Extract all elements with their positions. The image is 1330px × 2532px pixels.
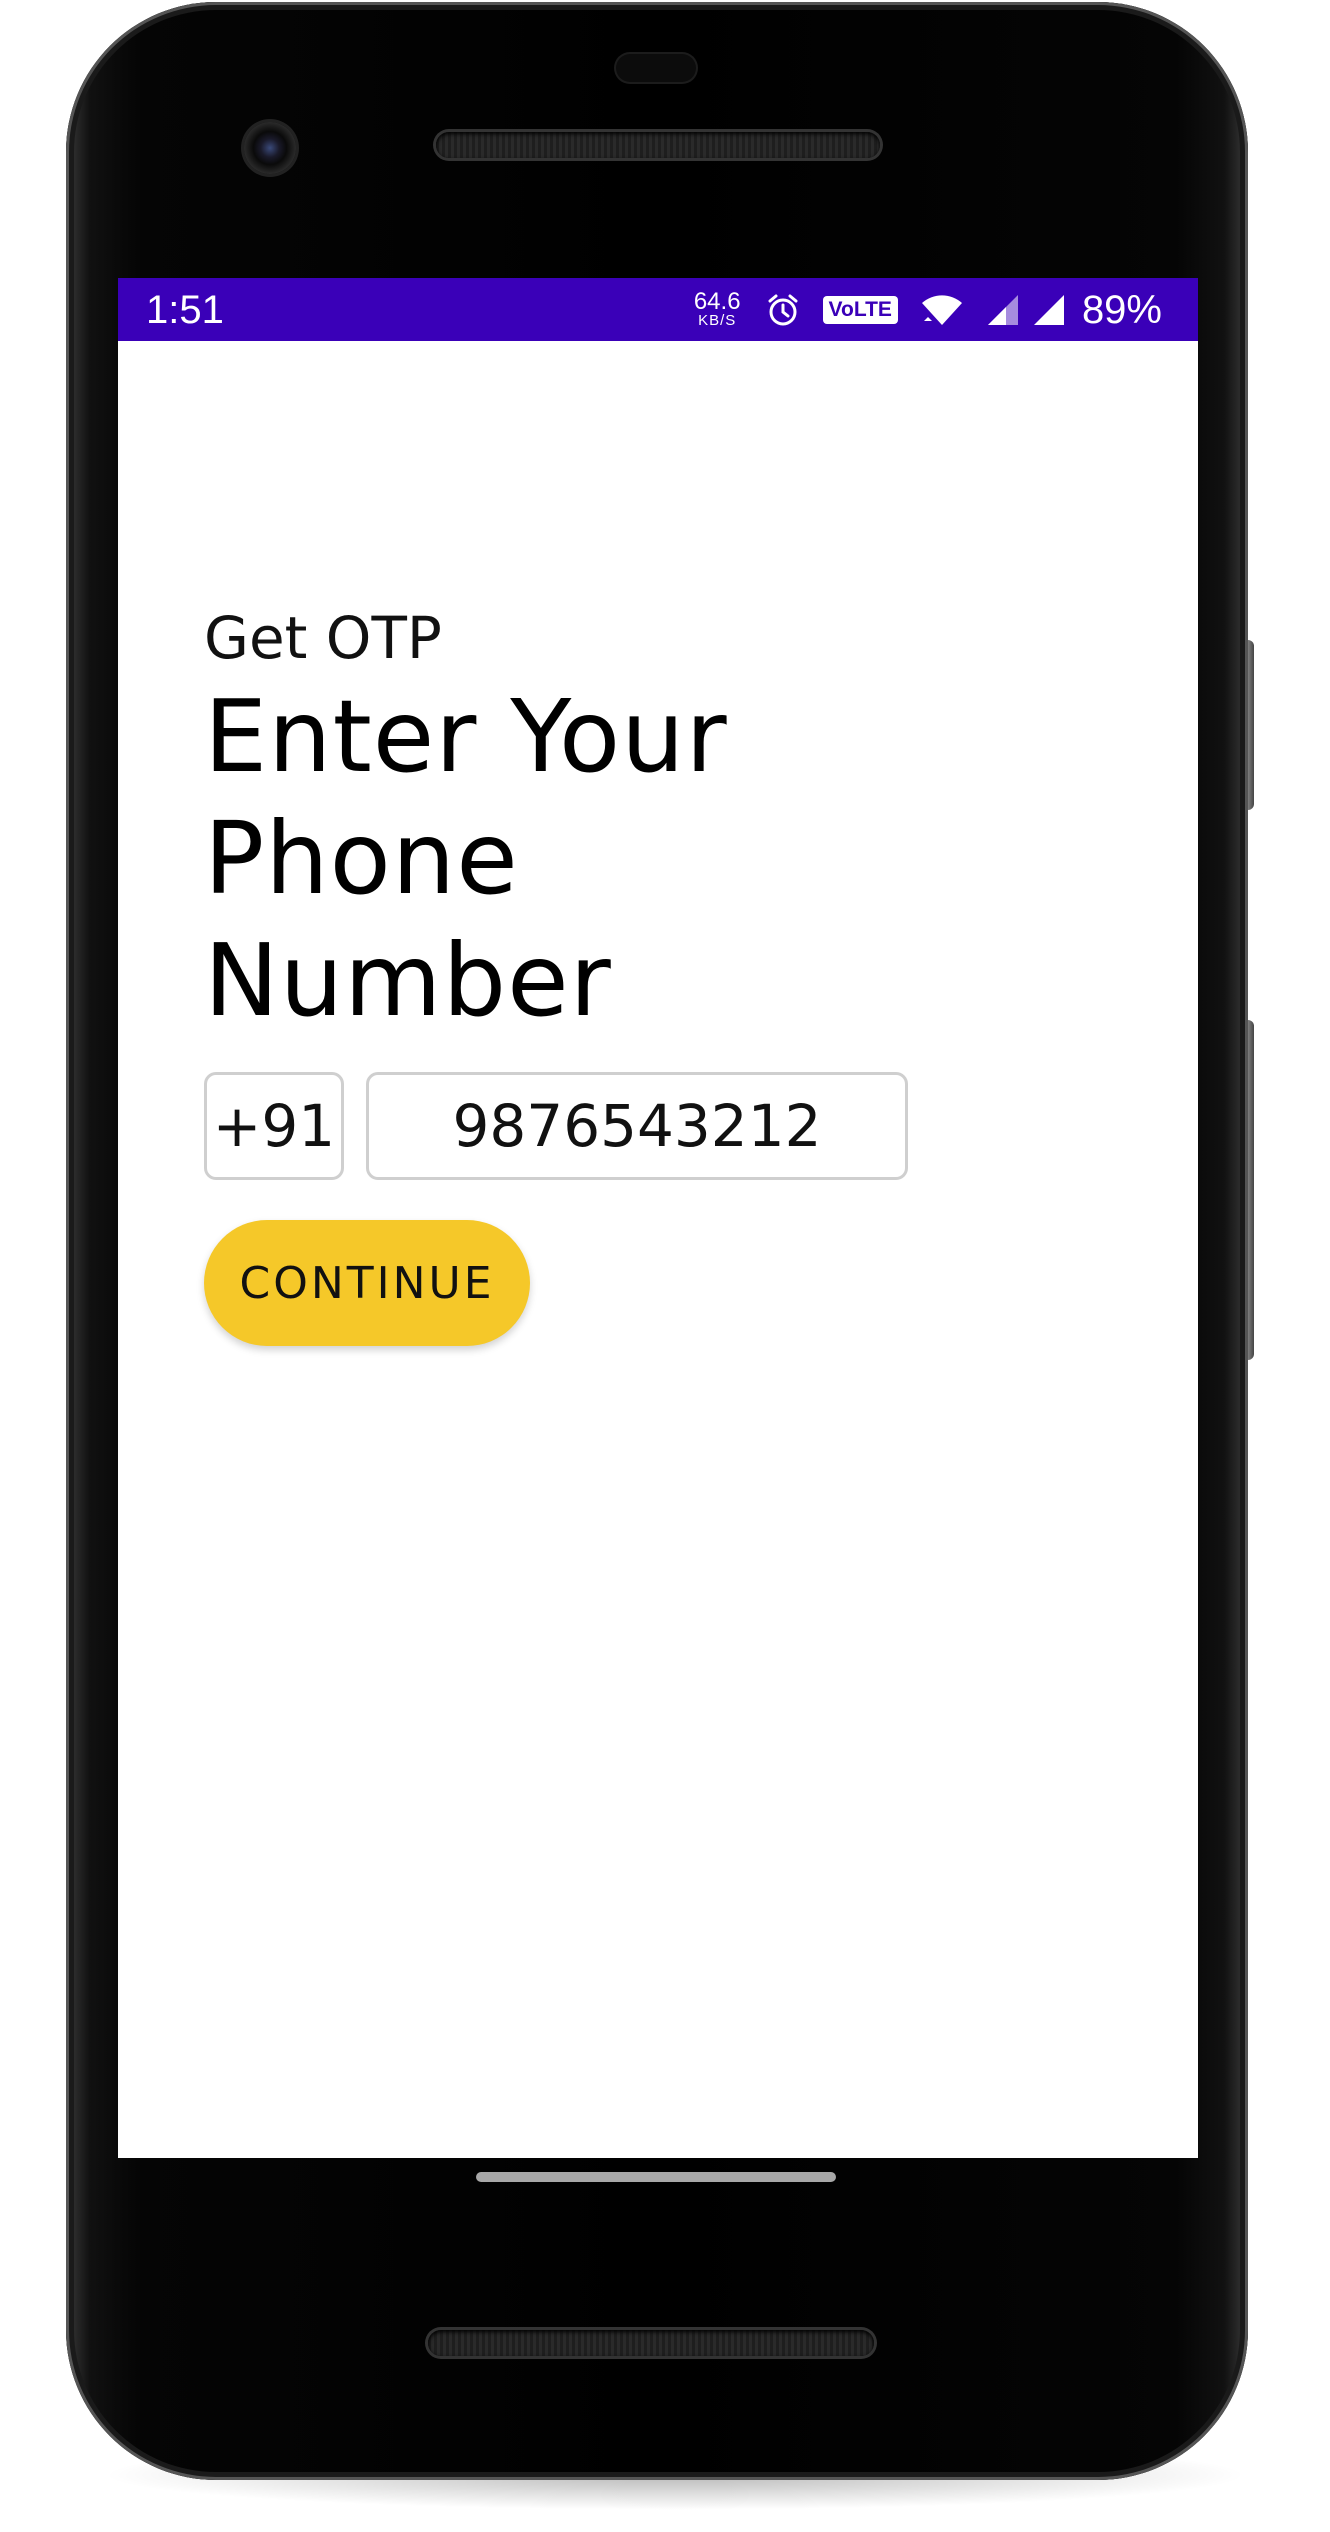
status-bar: 1:51 64.6 KB/S VoLTE 89% [118, 278, 1198, 341]
home-indicator[interactable] [476, 2172, 836, 2182]
country-code-field[interactable]: +91 [204, 1072, 344, 1180]
status-icons: 64.6 KB/S VoLTE 89% [694, 278, 1162, 341]
network-speed-value: 64.6 [693, 287, 741, 315]
wifi-icon [921, 294, 962, 325]
alarm-icon [768, 294, 798, 325]
signal-icon [987, 294, 1018, 325]
battery-percent: 89% [1081, 287, 1162, 332]
proximity-sensor [616, 54, 696, 82]
device-frame: 1:51 64.6 KB/S VoLTE 89% Get OTP Enter Y… [0, 0, 1330, 2532]
volte-icon: VoLTE [822, 295, 898, 324]
phone-number-input[interactable] [366, 1072, 908, 1180]
app-screen: 1:51 64.6 KB/S VoLTE 89% Get OTP Enter Y… [118, 278, 1198, 2158]
network-speed-unit: KB/S [698, 311, 737, 329]
subtitle: Get OTP [204, 604, 442, 672]
phone-input-row: +91 [204, 1072, 1104, 1180]
continue-button[interactable]: CONTINUE [204, 1220, 530, 1346]
otp-form: Get OTP Enter Your Phone Number +91 CONT… [204, 604, 1104, 1346]
signal-icon [1033, 294, 1064, 325]
page-title: Enter Your Phone Number [204, 678, 728, 1039]
status-time: 1:51 [146, 288, 224, 332]
front-camera [244, 122, 296, 174]
top-speaker [436, 132, 880, 158]
network-speed: 64.6 KB/S [693, 287, 741, 329]
bottom-speaker [428, 2330, 874, 2356]
